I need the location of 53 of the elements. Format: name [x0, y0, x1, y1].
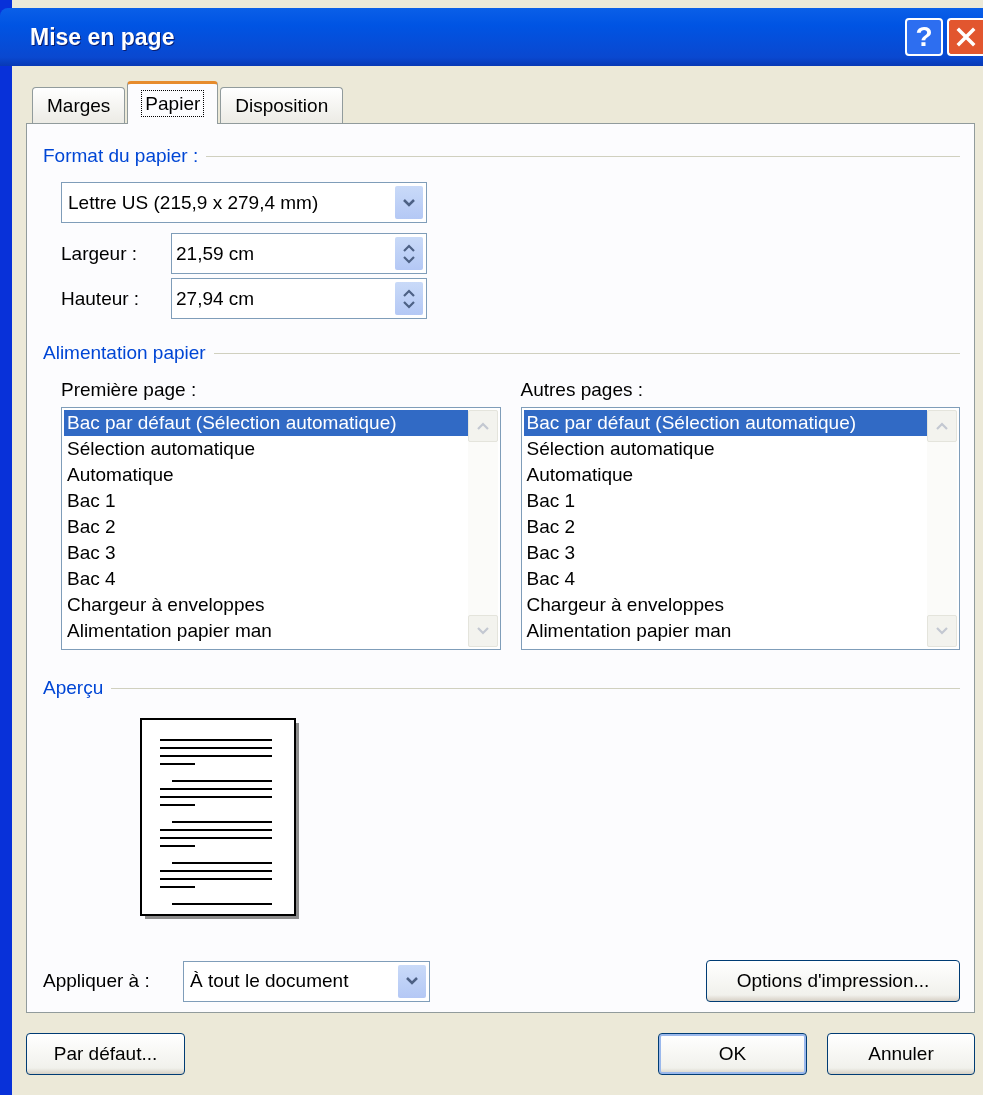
spin-arrows-icon [402, 242, 416, 265]
list-item[interactable]: Chargeur à enveloppes [523, 592, 927, 618]
tab[interactable]: Marges [32, 87, 126, 123]
list-item[interactable]: Alimentation papier man [523, 618, 927, 644]
list-item[interactable]: Bac 2 [64, 514, 468, 540]
chevron-down-icon [405, 976, 419, 986]
group-label: Alimentation papier [43, 342, 206, 364]
dialog-button[interactable]: OK [658, 1033, 807, 1075]
scrollbar[interactable] [927, 410, 957, 647]
tab[interactable]: Disposition [220, 87, 344, 123]
spin-field[interactable]: 27,94 cm [171, 278, 427, 319]
paper-size-dropdown[interactable]: Lettre US (215,9 x 279,4 mm) [61, 182, 427, 223]
list-item[interactable]: Bac par défaut (Sélection automatique) [523, 410, 927, 436]
list-item[interactable]: Sélection automatique [64, 436, 468, 462]
spin-arrows-icon [402, 287, 416, 310]
list-item[interactable]: Bac 1 [64, 488, 468, 514]
list-item[interactable]: Bac 1 [523, 488, 927, 514]
chevron-down-icon [475, 626, 490, 636]
list-label: Première page : [61, 379, 198, 401]
list-item[interactable]: Bac 4 [64, 566, 468, 592]
group-label: Format du papier : [43, 145, 199, 167]
close-icon [955, 26, 977, 48]
tab[interactable]: Papier [127, 81, 219, 124]
scrollbar[interactable] [467, 410, 498, 647]
list-item[interactable]: Alimentation papier man [64, 618, 468, 644]
chevron-up-icon [475, 421, 490, 431]
group-label: Aperçu [43, 677, 104, 699]
chevron-down-icon [402, 197, 416, 208]
list-item[interactable]: Automatique [523, 462, 927, 488]
list-item[interactable]: Sélection automatique [523, 436, 927, 462]
list-item[interactable]: Automatique [64, 462, 468, 488]
chevron-up-icon [935, 421, 949, 431]
chevron-down-icon [935, 626, 949, 636]
help-button[interactable]: ? [905, 18, 943, 56]
spin-field[interactable]: 21,59 cm [171, 233, 427, 274]
list-item[interactable]: Chargeur à enveloppes [64, 592, 468, 618]
window-title: Mise en page [30, 23, 175, 51]
list-item[interactable]: Bac 2 [523, 514, 927, 540]
list-item[interactable]: Bac par défaut (Sélection automatique) [64, 410, 468, 436]
dialog-button[interactable]: Annuler [827, 1033, 975, 1075]
list-item[interactable]: Bac 3 [523, 540, 927, 566]
tray-listbox[interactable]: Bac par défaut (Sélection automatique) Sélection automatique Automatique Bac 1 Bac 2 Bac 3 Bac 4 Chargeur à enveloppes Alimentation papier man [520, 407, 960, 650]
apply-to-dropdown[interactable]: À tout le document [183, 960, 430, 1002]
list-item[interactable]: Bac 4 [523, 566, 927, 592]
list-label: Autres pages : [520, 379, 645, 401]
field-label: Hauteur : [61, 287, 141, 310]
list-item[interactable]: Bac 3 [64, 540, 468, 566]
close-button[interactable] [947, 18, 983, 56]
dialog-button[interactable]: Par défaut... [26, 1033, 185, 1075]
print-options-button[interactable]: Options d'impression... [706, 960, 960, 1002]
field-label: Largeur : [61, 242, 139, 265]
tray-listbox[interactable]: Bac par défaut (Sélection automatique) Sélection automatique Automatique Bac 1 Bac 2 Bac 3 Bac 4 Chargeur à enveloppes Alimentation papier man [61, 407, 501, 650]
field-label: Appliquer à : [43, 970, 151, 992]
